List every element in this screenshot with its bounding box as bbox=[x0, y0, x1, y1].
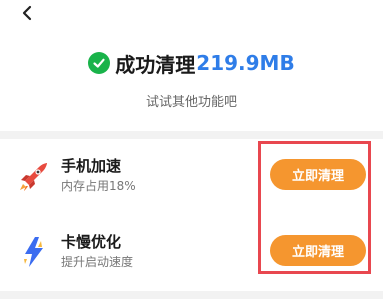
feature-title: 手机加速 bbox=[61, 157, 122, 175]
chevron-left-icon bbox=[22, 5, 32, 21]
lightning-icon bbox=[16, 234, 52, 270]
result-header: 成功清理 219.9MB 试试其他功能吧 bbox=[0, 0, 383, 131]
clean-result-label: 成功清理 bbox=[115, 52, 196, 77]
feature-subtitle: 内存占用18% bbox=[61, 179, 136, 193]
cleaned-amount: 219.9MB bbox=[196, 51, 295, 75]
back-button[interactable] bbox=[14, 2, 40, 24]
feature-list: 手机加速 内存占用18% 立即清理 卡慢优化 提升启动速度 立即清理 bbox=[0, 139, 383, 291]
rocket-icon bbox=[16, 158, 52, 194]
feature-item-lag-optimize: 卡慢优化 提升启动速度 立即清理 bbox=[0, 219, 383, 279]
feature-subtitle: 提升启动速度 bbox=[61, 255, 134, 269]
clean-now-button[interactable]: 立即清理 bbox=[270, 159, 366, 190]
clean-result-title: 成功清理 219.9MB bbox=[0, 48, 383, 78]
clean-now-button[interactable]: 立即清理 bbox=[270, 235, 366, 266]
feature-title: 卡慢优化 bbox=[61, 233, 122, 251]
check-circle-icon bbox=[88, 52, 111, 74]
try-other-features-text: 试试其他功能吧 bbox=[145, 95, 237, 110]
feature-item-phone-boost: 手机加速 内存占用18% 立即清理 bbox=[0, 143, 383, 203]
